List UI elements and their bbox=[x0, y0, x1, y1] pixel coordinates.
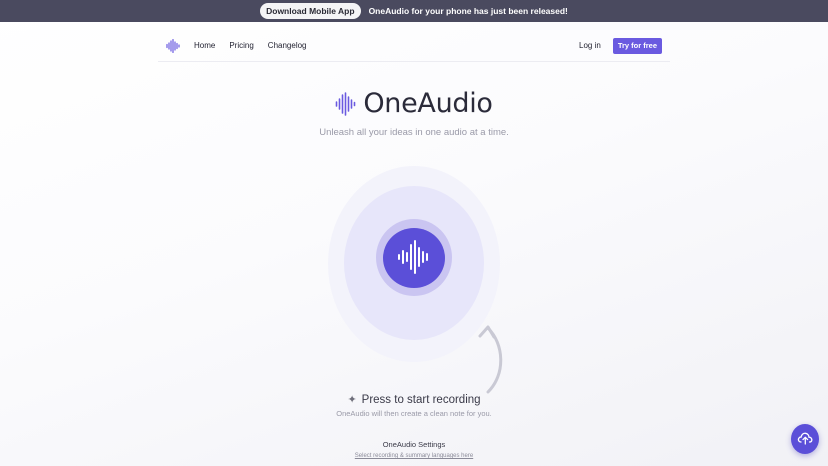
nav-link-pricing[interactable]: Pricing bbox=[229, 41, 253, 50]
banner-message: OneAudio for your phone has just been re… bbox=[368, 6, 568, 16]
nav-link-home[interactable]: Home bbox=[194, 41, 215, 50]
login-link[interactable]: Log in bbox=[579, 41, 601, 50]
press-to-record-text: Press to start recording bbox=[361, 393, 481, 406]
announcement-banner: Download Mobile App OneAudio for your ph… bbox=[0, 0, 828, 22]
waveform-icon bbox=[397, 239, 431, 277]
upload-cloud-icon bbox=[797, 431, 813, 448]
sparkle-icon: ✦ bbox=[347, 394, 357, 406]
curved-arrow-icon bbox=[478, 325, 503, 394]
recording-prompt: ✦ Press to start recording bbox=[0, 393, 828, 407]
hero-brand: OneAudio bbox=[0, 88, 828, 119]
start-recording-button[interactable] bbox=[383, 228, 445, 288]
waveform-icon bbox=[335, 91, 357, 116]
settings-title: OneAudio Settings bbox=[382, 440, 446, 449]
page-title: OneAudio bbox=[363, 88, 493, 119]
top-nav: Home Pricing Changelog Log in Try for fr… bbox=[158, 30, 670, 62]
download-mobile-app-button[interactable]: Download Mobile App bbox=[260, 3, 361, 19]
recording-note: OneAudio will then create a clean note f… bbox=[336, 409, 492, 418]
tagline: Unleash all your ideas in one audio at a… bbox=[319, 127, 509, 138]
upload-button[interactable] bbox=[791, 424, 819, 454]
try-for-free-button[interactable]: Try for free bbox=[612, 37, 662, 54]
nav-actions: Log in Try for free bbox=[579, 37, 662, 54]
nav-link-changelog[interactable]: Changelog bbox=[268, 41, 307, 50]
waveform-icon[interactable] bbox=[166, 38, 180, 53]
select-languages-link[interactable]: Select recording & summary languages her… bbox=[0, 453, 828, 459]
